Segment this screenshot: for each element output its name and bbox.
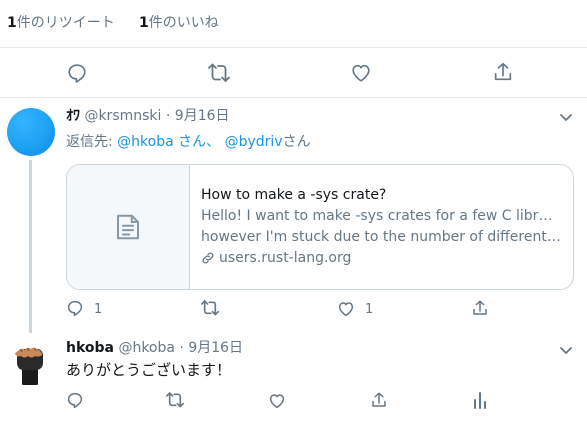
separator-dot: ·	[165, 108, 171, 124]
card-domain-text: users.rust-lang.org	[219, 250, 352, 266]
reply-button[interactable]	[66, 391, 84, 409]
share-icon	[494, 62, 512, 81]
card-description: Hello! I want to make -sys crates for a …	[201, 206, 561, 248]
reply-tweet-krsmnski[interactable]: ｵﾜ @krsmnski · 9月16日 返信先: @hkoba さん、 @by…	[0, 98, 587, 333]
reply-context: 返信先: @hkoba さん、 @bydrivさん	[66, 132, 311, 152]
tweet-header: ｵﾜ @krsmnski · 9月16日	[66, 107, 230, 125]
retweet-count: 1	[7, 15, 17, 31]
author-handle[interactable]: @krsmnski	[84, 108, 161, 124]
avatar[interactable]	[7, 108, 55, 156]
tweet-date[interactable]: 9月16日	[188, 340, 243, 356]
retweet-icon	[166, 392, 184, 408]
chevron-down-icon	[560, 347, 572, 354]
chevron-down-icon	[560, 114, 572, 121]
author-name[interactable]: ｵﾜ	[66, 108, 80, 124]
reply-icon	[68, 64, 86, 83]
analytics-icon	[474, 392, 486, 409]
retweet-button[interactable]	[165, 391, 185, 409]
retweet-icon	[208, 63, 230, 82]
share-button[interactable]	[492, 61, 514, 83]
document-icon	[117, 214, 139, 240]
retweet-button[interactable]	[207, 62, 231, 84]
reply-tweet-hkoba[interactable]: hkoba @hkoba · 9月16日 ありがとうございます！	[0, 328, 587, 428]
card-description-line: Hello! I want to make -sys crates for a …	[201, 208, 561, 224]
like-button[interactable]	[268, 392, 286, 410]
heart-icon	[269, 394, 285, 409]
reply-mention-hkoba[interactable]: @hkoba さん、	[117, 134, 220, 150]
reply-mention-bydriv[interactable]: @bydriv	[225, 134, 283, 150]
link-card[interactable]: How to make a -sys crate? Hello! I want …	[66, 164, 574, 290]
tweet-stats: 1件のリツイート 1件のいいね	[0, 0, 587, 48]
like-count: 1	[139, 15, 149, 31]
author-name[interactable]: hkoba	[66, 340, 114, 356]
like-button[interactable]	[337, 300, 355, 318]
reply-icon	[67, 300, 83, 317]
avatar[interactable]	[6, 338, 54, 386]
card-title: How to make a -sys crate?	[201, 187, 387, 203]
tweet-menu-button[interactable]	[558, 342, 574, 358]
reply-count: 1	[94, 302, 103, 317]
analytics-button[interactable]	[472, 391, 488, 409]
share-icon	[473, 300, 487, 315]
like-count-stat[interactable]: 1件のいいね	[139, 13, 219, 33]
card-description-line: however I'm stuck due to the number of d…	[201, 229, 561, 245]
heart-icon	[352, 64, 370, 82]
card-domain: users.rust-lang.org	[201, 248, 351, 268]
card-thumbnail	[67, 165, 190, 289]
author-handle[interactable]: @hkoba	[118, 340, 175, 356]
retweet-count-stat[interactable]: 1件のリツイート	[7, 13, 115, 33]
retweet-count-label: 件のリツイート	[16, 15, 115, 31]
like-count: 1	[365, 302, 374, 317]
tweet-header: hkoba @hkoba · 9月16日	[66, 339, 243, 357]
fist-avatar-image	[6, 338, 54, 386]
retweet-button[interactable]	[200, 299, 220, 317]
reply-suffix: さん	[282, 134, 311, 150]
share-button[interactable]	[471, 299, 489, 317]
thread-connector	[29, 160, 32, 333]
tweet-menu-button[interactable]	[558, 109, 574, 125]
heart-icon	[338, 302, 354, 317]
reply-prefix: 返信先:	[66, 134, 118, 150]
tweet-text: ありがとうございます！	[66, 361, 232, 379]
link-icon	[202, 252, 214, 264]
share-icon	[372, 392, 386, 407]
tweet-date[interactable]: 9月16日	[175, 108, 230, 124]
reply-button[interactable]	[66, 299, 84, 317]
main-tweet-actions	[0, 48, 587, 98]
like-button[interactable]	[350, 62, 372, 84]
reply-button[interactable]	[66, 62, 88, 84]
like-count-label: 件のいいね	[148, 15, 219, 31]
retweet-icon	[201, 300, 219, 316]
reply-icon	[67, 392, 83, 409]
separator-dot: ·	[179, 340, 184, 356]
share-button[interactable]	[370, 391, 388, 409]
